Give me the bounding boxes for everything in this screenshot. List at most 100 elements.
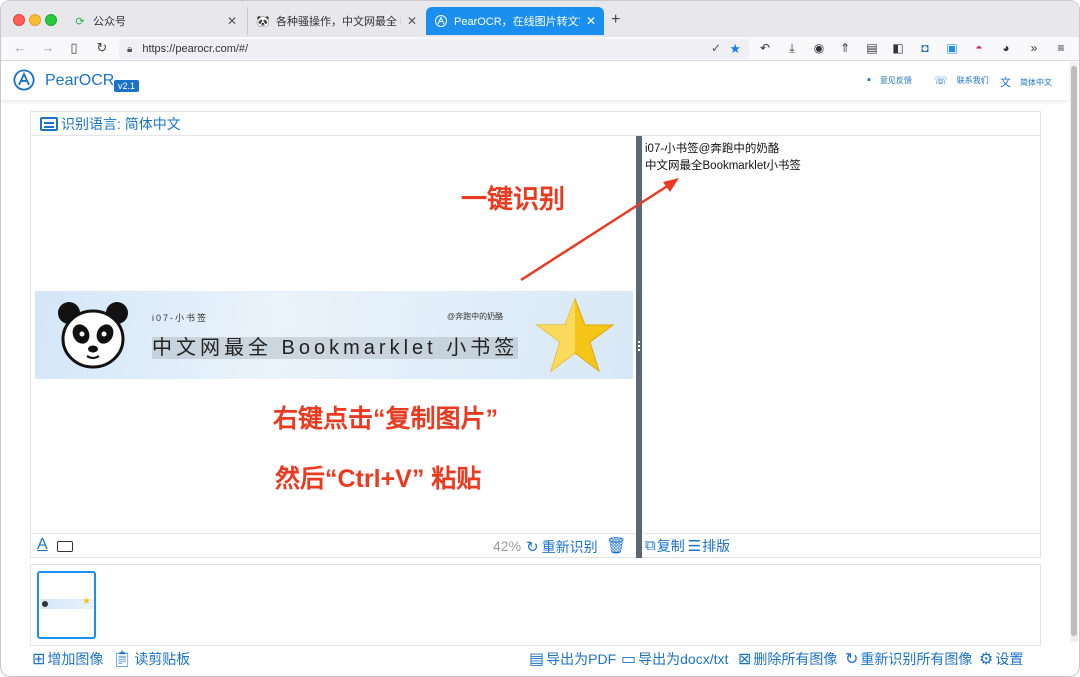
language-link[interactable]: 文 简体中文 — [1000, 74, 1052, 90]
export-docx-label: 导出为docx/txt — [638, 651, 729, 667]
font-color-icon[interactable]: A — [37, 536, 48, 554]
copy-button[interactable]: 复制 — [657, 536, 685, 556]
chevron-down-icon[interactable]: ✓ — [711, 41, 721, 55]
browser-window: ⟳ 公众号 ✕ 🐼 各种骚操作，中文网最全 Bookmarklet ✕ Pear… — [0, 0, 1080, 677]
pdf-icon: ▤ — [529, 651, 545, 668]
translate-icon: 文 — [1000, 77, 1011, 89]
clipboard-icon: 📋︎ — [112, 651, 133, 668]
wechat-refresh-icon: ⟳ — [75, 15, 85, 28]
reocr-all-label: 重新识别所有图像 — [860, 651, 973, 667]
reocr-button[interactable]: ↻ 重新识别 — [526, 537, 598, 557]
app-header: PearOCR v2.1 ▪ 意见反馈 ☏ 联系我们 文 简体中文 — [1, 62, 1069, 100]
close-icon[interactable]: ✕ — [586, 14, 596, 28]
panda-extension-icon[interactable]: ◕ — [998, 40, 1014, 56]
reocr-all-button[interactable]: ↻ 重新识别所有图像 — [845, 649, 972, 669]
rectangle-select-icon[interactable] — [57, 541, 73, 552]
delete-all-label: 删除所有图像 — [753, 651, 838, 667]
tab-bookmarklet[interactable]: 🐼 各种骚操作，中文网最全 Bookmarklet ✕ — [247, 7, 425, 35]
page-scrollbar[interactable] — [1070, 62, 1078, 642]
feedback-label: 意见反馈 — [879, 75, 912, 85]
tab-pearocr[interactable]: PearOCR，在线图片转文字，免费 ✕ — [426, 7, 604, 35]
tab-title: 各种骚操作，中文网最全 Bookmarklet — [276, 16, 401, 28]
rocket-icon[interactable]: ⇑ — [837, 40, 853, 56]
layout-button[interactable]: 排版 — [702, 536, 730, 556]
export-pdf-label: 导出为PDF — [546, 651, 617, 667]
add-image-button[interactable]: ⊞ 增加图像 — [32, 649, 103, 669]
sidebar-icon[interactable]: ▯ — [65, 40, 83, 56]
tab-wechat[interactable]: ⟳ 公众号 ✕ — [65, 7, 245, 35]
store-icon[interactable]: ▤ — [864, 40, 880, 56]
extension-icon[interactable]: ◧ — [890, 40, 906, 56]
pearocr-logo-icon — [13, 69, 35, 91]
read-clipboard-button[interactable]: 📋︎ 读剪贴板 — [112, 649, 190, 669]
keyboard-icon — [40, 116, 58, 131]
add-image-label: 增加图像 — [47, 651, 104, 667]
back-icon[interactable]: ← — [11, 40, 29, 55]
maximize-window-button[interactable] — [45, 14, 57, 26]
pane-resize-handle[interactable] — [636, 136, 642, 558]
add-image-icon: ⊞ — [32, 651, 46, 668]
close-icon[interactable]: ✕ — [227, 14, 237, 28]
banner-author: @奔跑中的奶酪 — [447, 312, 504, 321]
url-bar[interactable]: 🔒︎ https://pearocr.com/#/ ✓ ★ — [119, 39, 749, 59]
app-name: PearOCR — [45, 72, 115, 89]
reload-icon[interactable]: ↻ — [93, 40, 111, 56]
language-label: 简体中文 — [1020, 77, 1052, 87]
close-window-button[interactable] — [13, 14, 25, 26]
recognition-language-label: 识别语言: 简体中文 — [61, 115, 181, 132]
pocket-icon[interactable]: ◓ — [971, 40, 987, 56]
export-pdf-button[interactable]: ▤ 导出为PDF — [529, 649, 616, 669]
copy-icon[interactable]: ⧉ — [645, 537, 656, 554]
contact-label: 联系我们 — [956, 76, 989, 85]
delete-all-button[interactable]: ⊠ 删除所有图像 — [738, 649, 837, 669]
delete-all-icon: ⊠ — [738, 651, 752, 668]
image-toolbar: A 42% ↻ 重新识别 🗑︎ — [31, 533, 636, 557]
annotation-paste: 然后“Ctrl+V” 粘贴 — [275, 465, 482, 493]
menu-icon[interactable]: ≡ — [1053, 40, 1069, 56]
recognition-language-selector[interactable]: 识别语言: 简体中文 — [31, 112, 1040, 136]
tab-title: PearOCR，在线图片转文字，免费 — [454, 16, 580, 28]
recognized-text-area[interactable]: i07-小书签@奔跑中的奶酪 中文网最全Bookmarklet小书签 — [643, 137, 1040, 533]
read-clipboard-label: 读剪贴板 — [134, 651, 191, 667]
annotation-right-click: 右键点击“复制图片” — [273, 405, 499, 433]
image-thumbnail-list — [30, 564, 1041, 646]
settings-label: 设置 — [995, 651, 1024, 667]
settings-button[interactable]: ⚙ 设置 — [979, 649, 1023, 669]
url-text: https://pearocr.com/#/ — [142, 43, 249, 55]
camera-icon[interactable]: ◉ — [811, 40, 827, 56]
pearocr-icon — [434, 14, 448, 28]
panda-image-icon — [58, 302, 128, 369]
overflow-icon[interactable]: » — [1026, 40, 1042, 56]
bookmark-star-icon[interactable]: ★ — [729, 41, 741, 57]
password-manager-icon[interactable]: ◘ — [917, 40, 933, 56]
feedback-icon: ▪ — [867, 74, 871, 86]
gear-icon: ⚙ — [979, 651, 994, 668]
refresh-icon: ↻ — [845, 651, 859, 668]
tab-strip: ⟳ 公众号 ✕ 🐼 各种骚操作，中文网最全 Bookmarklet ✕ Pear… — [1, 1, 1079, 37]
feedback-link[interactable]: ▪ 意见反馈 — [867, 74, 912, 86]
version-badge: v2.1 — [114, 80, 140, 92]
image-thumbnail[interactable] — [37, 571, 96, 639]
banner-title: 中文网最全 Bookmarklet 小书签 — [152, 331, 519, 360]
text-toolbar: ⧉ 复制 ☰ 排版 — [643, 533, 1040, 557]
delete-image-icon[interactable]: 🗑︎ — [606, 536, 626, 556]
forward-icon[interactable]: → — [39, 40, 57, 55]
document-icon: ▭ — [621, 651, 637, 668]
phone-icon: ☏ — [934, 75, 948, 87]
navigation-bar: ← → ▯ ↻ 🔒︎ https://pearocr.com/#/ ✓ ★ ↶ … — [1, 37, 1079, 61]
layout-lines-icon[interactable]: ☰ — [688, 537, 701, 555]
download-icon[interactable]: ⤓ — [784, 40, 800, 56]
refresh-icon: ↻ — [526, 539, 539, 556]
undo-icon[interactable]: ↶ — [757, 40, 773, 56]
result-line: 中文网最全Bookmarklet小书签 — [645, 160, 801, 172]
contact-link[interactable]: ☏ 联系我们 — [934, 74, 989, 87]
reocr-label: 重新识别 — [541, 539, 598, 555]
close-icon[interactable]: ✕ — [407, 14, 417, 28]
minimize-window-button[interactable] — [29, 14, 41, 26]
new-tab-button[interactable]: + — [611, 11, 620, 29]
export-docx-button[interactable]: ▭ 导出为docx/txt — [621, 649, 728, 669]
star-icon — [535, 297, 615, 373]
progress-percent: 42% — [493, 538, 522, 554]
bottom-toolbar: ⊞ 增加图像 📋︎ 读剪贴板 ▤ 导出为PDF ▭ 导出为docx/txt ⊠ … — [30, 647, 1041, 671]
save-icon[interactable]: ▣ — [944, 40, 960, 56]
